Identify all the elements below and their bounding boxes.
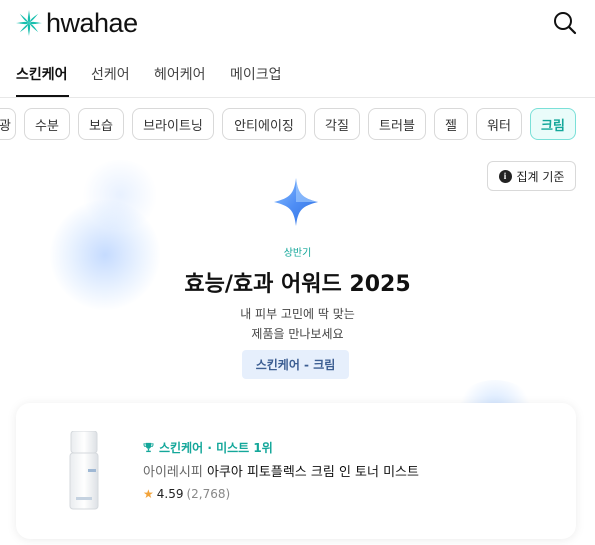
tab-suncare[interactable]: 선케어 [91, 64, 130, 84]
chip-hydration[interactable]: 수분 [24, 108, 70, 140]
tab-skincare[interactable]: 스킨케어 [16, 64, 68, 84]
logo-text: hwahae [46, 8, 138, 38]
chip-gwang[interactable]: 광 [0, 108, 16, 140]
chip-gel[interactable]: 젤 [434, 108, 468, 140]
criteria-button[interactable]: i 집계 기준 [487, 161, 576, 191]
search-icon [554, 12, 577, 35]
product-brand: 아이레시피 [143, 465, 203, 480]
info-icon: i [498, 169, 512, 183]
page-title: 효능/효과 어워드 2025 [184, 272, 411, 297]
chip-moisture[interactable]: 보습 [78, 108, 124, 140]
filter-chips: 광 수분 보습 브라이트닝 안티에이징 각질 트러블 젤 워터 크림 [0, 108, 595, 140]
rating-value: 4.59 [156, 487, 184, 501]
criteria-label: 집계 기준 [516, 169, 565, 184]
chip-cream[interactable]: 크림 [530, 108, 576, 140]
category-tabs: 스킨케어 선케어 헤어케어 메이크업 [0, 56, 595, 98]
active-tab-indicator [16, 95, 69, 97]
sparkle-logo-icon [16, 10, 42, 36]
chip-water[interactable]: 워터 [476, 108, 522, 140]
review-count: (2,768) [186, 487, 231, 501]
app-header: hwahae [0, 0, 595, 46]
product-rank-label: 스킨케어 · 미스트 1위 [159, 441, 273, 455]
chip-trouble[interactable]: 트러블 [368, 108, 426, 140]
subtitle-line: 제품을 만나보세요 [251, 327, 344, 341]
product-rank: 스킨케어 · 미스트 1위 [143, 439, 273, 456]
product-name: 아쿠아 피토플렉스 크림 인 토너 미스트 [206, 465, 419, 480]
category-badge: 스킨케어 - 크림 [242, 350, 349, 379]
star-icon: ★ [143, 487, 154, 501]
search-button[interactable] [552, 10, 578, 36]
product-image [69, 431, 99, 510]
chip-brightening[interactable]: 브라이트닝 [132, 108, 214, 140]
trophy-icon [143, 442, 154, 453]
award-period: 상반기 [283, 248, 312, 259]
product-rating: ★ 4.59 (2,768) [143, 487, 230, 501]
product-card[interactable]: 스킨케어 · 미스트 1위 아이레시피 아쿠아 피토플렉스 크림 인 토너 미스… [16, 403, 576, 539]
chip-anti-aging[interactable]: 안티에이징 [222, 108, 306, 140]
product-name-line[interactable]: 아이레시피 아쿠아 피토플렉스 크림 인 토너 미스트 [143, 461, 419, 480]
logo[interactable]: hwahae [14, 8, 138, 38]
subtitle-line: 내 피부 고민에 딱 맞는 [240, 307, 355, 321]
tab-haircare[interactable]: 헤어케어 [154, 64, 206, 84]
chip-exfoliation[interactable]: 각질 [314, 108, 360, 140]
tab-makeup[interactable]: 메이크업 [230, 64, 282, 84]
star-award-icon [274, 178, 318, 226]
award-subtitle: 내 피부 고민에 딱 맞는 제품을 만나보세요 [0, 304, 595, 344]
